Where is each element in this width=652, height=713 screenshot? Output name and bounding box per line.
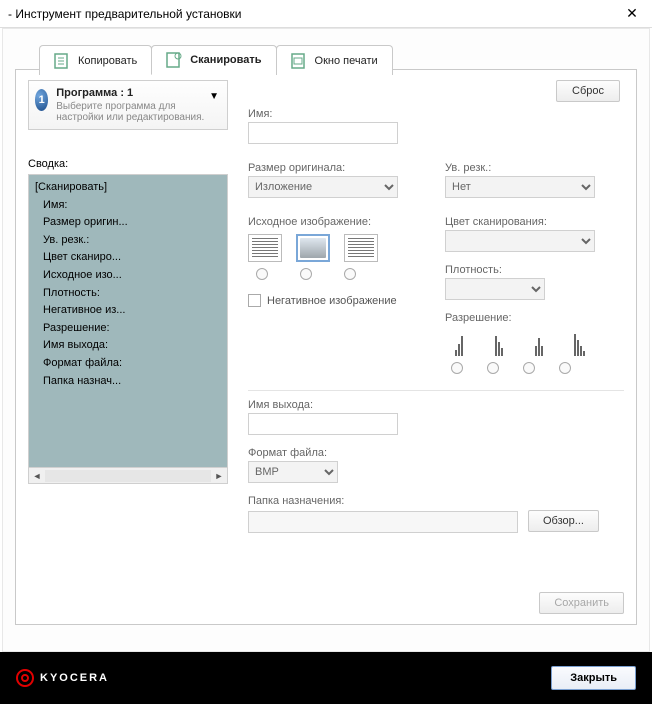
h-scrollbar[interactable]: ◄ ► <box>29 467 227 483</box>
brand-name: KYOCERA <box>40 672 109 684</box>
list-item: Имя: <box>35 197 221 215</box>
list-item: Негативное из... <box>35 302 221 320</box>
tab-pane-scan: 1 Программа : 1 Выберите программа для н… <box>15 69 637 625</box>
list-item: Разрешение: <box>35 320 221 338</box>
summary-box: [Сканировать] Имя: Размер оригин... Ув. … <box>28 174 228 484</box>
name-label: Имя: <box>248 108 624 120</box>
resolution-icon-4 <box>565 330 593 356</box>
dest-folder-label: Папка назначения: <box>248 495 624 507</box>
res-radio-4[interactable] <box>559 362 571 374</box>
sharpen-select[interactable]: Нет <box>445 176 595 198</box>
density-select[interactable] <box>445 278 545 300</box>
resolution-icon-2 <box>485 330 513 356</box>
res-radio-3[interactable] <box>523 362 535 374</box>
save-button[interactable]: Сохранить <box>539 592 624 614</box>
dialog-body: Копировать Сканировать Окно печати 1 Про… <box>2 28 650 652</box>
file-format-label: Формат файла: <box>248 447 624 459</box>
scroll-right-icon[interactable]: ► <box>211 468 227 484</box>
tab-print-label: Окно печати <box>315 55 378 67</box>
program-badge: 1 <box>35 89 48 111</box>
tab-copy-label: Копировать <box>78 55 137 67</box>
res-radio-1[interactable] <box>451 362 463 374</box>
src-text-option[interactable] <box>248 234 282 262</box>
list-item: Формат файла: <box>35 355 221 373</box>
tab-print[interactable]: Окно печати <box>276 45 393 75</box>
resolution-label: Разрешение: <box>445 312 624 324</box>
list-item: Папка назнач... <box>35 373 221 391</box>
chevron-down-icon: ▼ <box>209 91 219 102</box>
file-format-select[interactable]: BMP <box>248 461 338 483</box>
program-hint: Выберите программа для настройки или ред… <box>56 101 219 123</box>
scan-icon <box>166 52 184 68</box>
out-name-label: Имя выхода: <box>248 399 624 411</box>
close-button[interactable]: Закрыть <box>551 666 636 690</box>
src-image-label: Исходное изображение: <box>248 216 427 228</box>
resolution-icon-1 <box>445 330 473 356</box>
browse-button[interactable]: Обзор... <box>528 510 599 532</box>
src-radio-1[interactable] <box>256 268 268 280</box>
separator <box>248 390 624 391</box>
tab-copy[interactable]: Копировать <box>39 45 152 75</box>
tab-strip: Копировать Сканировать Окно печати <box>39 45 637 75</box>
brand: KYOCERA <box>16 669 109 687</box>
list-item: Цвет сканиро... <box>35 249 221 267</box>
src-radio-2[interactable] <box>300 268 312 280</box>
reset-button[interactable]: Сброс <box>556 80 620 102</box>
tab-scan[interactable]: Сканировать <box>151 45 276 75</box>
list-item: Плотность: <box>35 285 221 303</box>
print-icon <box>291 53 309 69</box>
orig-size-label: Размер оригинала: <box>248 162 427 174</box>
src-mixed-option[interactable] <box>344 234 378 262</box>
footer: KYOCERA Закрыть <box>0 652 652 704</box>
list-item: Ув. резк.: <box>35 232 221 250</box>
negative-checkbox[interactable] <box>248 294 261 307</box>
src-photo-option[interactable] <box>296 234 330 262</box>
window-title: - Инструмент предварительной установки <box>8 7 620 21</box>
list-item: Размер оригин... <box>35 214 221 232</box>
summary-label: Сводка: <box>28 158 228 170</box>
list-item: Имя выхода: <box>35 337 221 355</box>
negative-row[interactable]: Негативное изображение <box>248 294 427 307</box>
titlebar: - Инструмент предварительной установки ✕ <box>0 0 652 28</box>
out-name-input[interactable] <box>248 413 398 435</box>
scan-color-label: Цвет сканирования: <box>445 216 624 228</box>
summary-head: [Сканировать] <box>35 179 221 197</box>
list-item: Исходное изо... <box>35 267 221 285</box>
close-icon[interactable]: ✕ <box>620 5 644 22</box>
name-input[interactable] <box>248 122 398 144</box>
orig-size-select[interactable]: Изложение <box>248 176 398 198</box>
copy-icon <box>54 53 72 69</box>
scroll-track[interactable] <box>45 470 211 482</box>
resolution-icon-3 <box>525 330 553 356</box>
program-title: Программа : 1 <box>56 87 219 99</box>
density-label: Плотность: <box>445 264 624 276</box>
res-radio-2[interactable] <box>487 362 499 374</box>
dest-folder-input[interactable] <box>248 511 518 533</box>
tab-scan-label: Сканировать <box>190 54 261 66</box>
brand-logo-icon <box>16 669 34 687</box>
src-radio-3[interactable] <box>344 268 356 280</box>
scan-color-select[interactable] <box>445 230 595 252</box>
program-selector[interactable]: 1 Программа : 1 Выберите программа для н… <box>28 80 228 130</box>
sharpen-label: Ув. резк.: <box>445 162 624 174</box>
negative-label: Негативное изображение <box>267 295 397 307</box>
scroll-left-icon[interactable]: ◄ <box>29 468 45 484</box>
